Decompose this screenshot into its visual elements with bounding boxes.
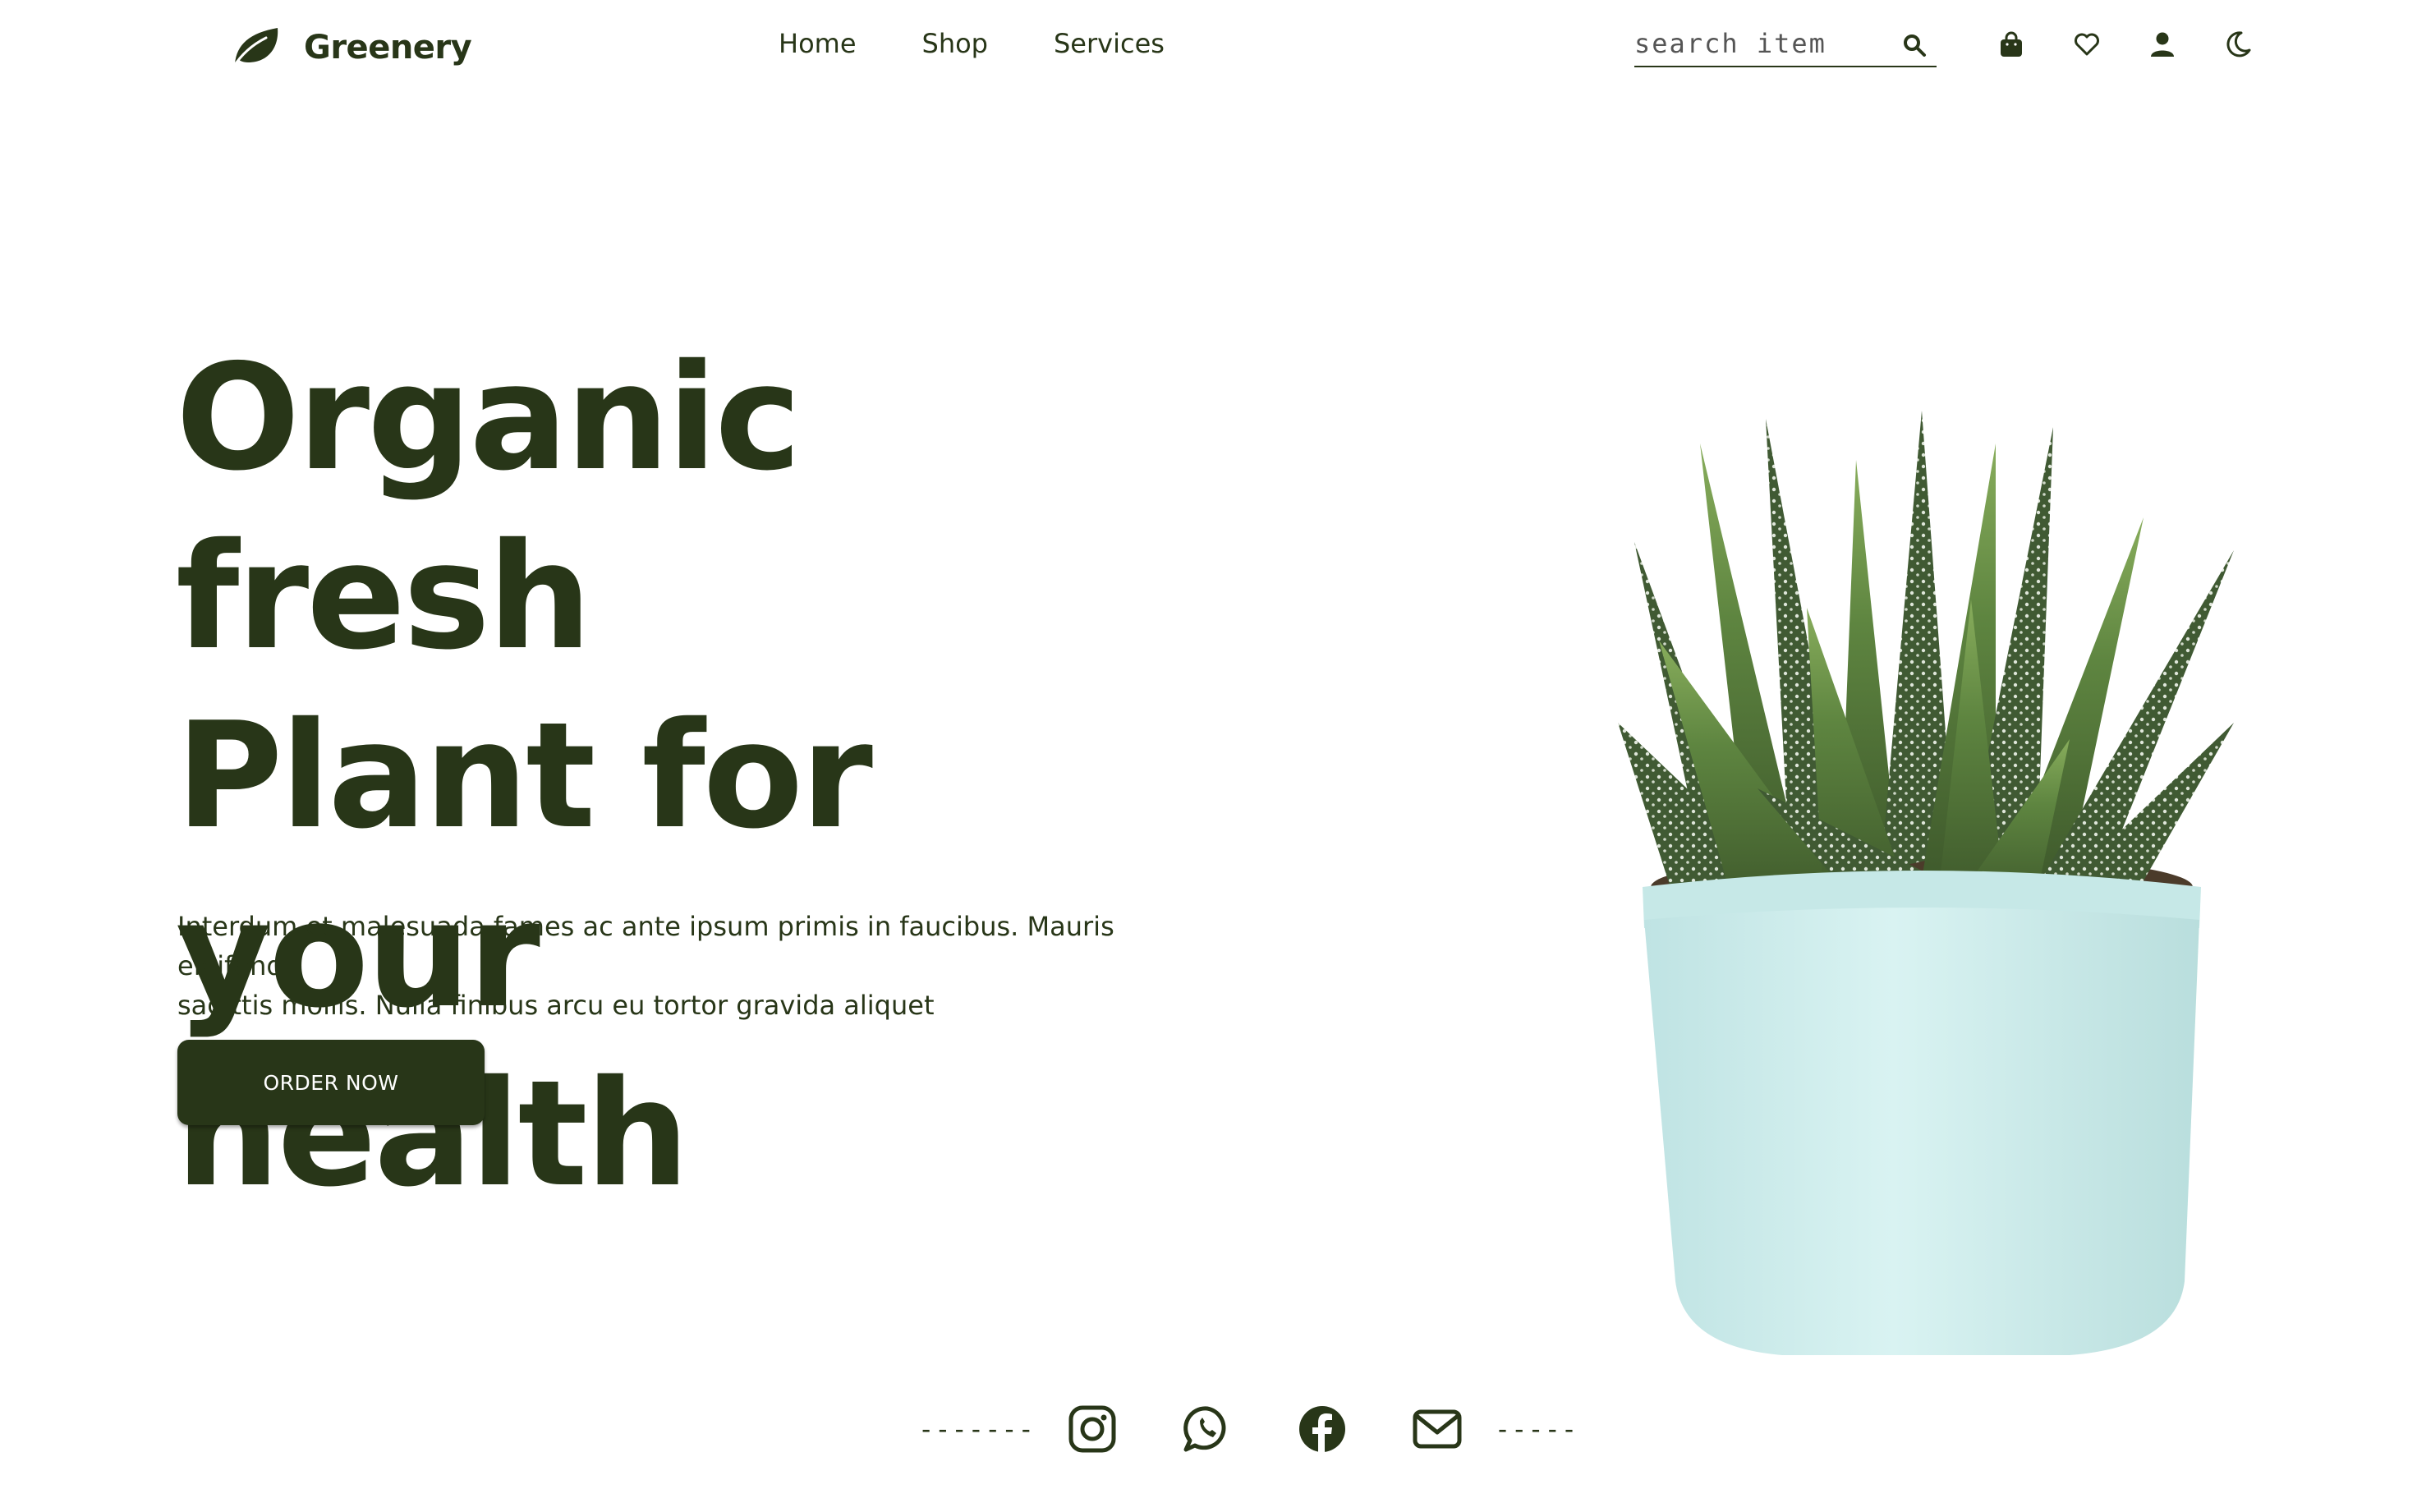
email-icon[interactable] — [1411, 1403, 1464, 1455]
nav-shop-link[interactable]: Shop — [922, 28, 988, 59]
leaf-icon — [228, 21, 283, 74]
whatsapp-icon[interactable] — [1181, 1403, 1234, 1455]
search-input[interactable] — [1634, 23, 1889, 64]
search-box — [1634, 23, 1937, 67]
hero-description-line-2: sagittis mollis. Nulla finibus arcu eu t… — [177, 990, 935, 1021]
brand-logo[interactable]: Greenery — [228, 15, 472, 80]
hero-description-line-1: Interdum et malesuada fames ac ante ipsu… — [177, 911, 1114, 981]
nav-services-link[interactable]: Services — [1054, 28, 1165, 59]
social-links: ------- ----- — [918, 1396, 1578, 1462]
right-dashes: ----- — [1494, 1413, 1578, 1445]
shopping-bag-icon[interactable] — [1996, 29, 2027, 60]
main-nav: Home Shop Services — [779, 23, 1165, 64]
header-icons — [1996, 25, 2254, 64]
search-icon[interactable] — [1902, 33, 1927, 57]
brand-name: Greenery — [304, 29, 472, 67]
moon-icon[interactable] — [2222, 29, 2254, 60]
hero-title-line-1: Organic fresh — [176, 333, 802, 682]
nav-home-link[interactable]: Home — [779, 28, 857, 59]
facebook-icon[interactable] — [1296, 1403, 1349, 1455]
instagram-icon[interactable] — [1066, 1403, 1119, 1455]
order-now-button[interactable]: ORDER NOW — [177, 1040, 485, 1125]
hero-description: Interdum et malesuada fames ac ante ipsu… — [177, 907, 1204, 1025]
user-icon[interactable] — [2147, 29, 2178, 60]
hero-plant-image — [1610, 394, 2250, 1372]
left-dashes: ------- — [918, 1413, 1035, 1445]
heart-icon[interactable] — [2071, 29, 2102, 60]
